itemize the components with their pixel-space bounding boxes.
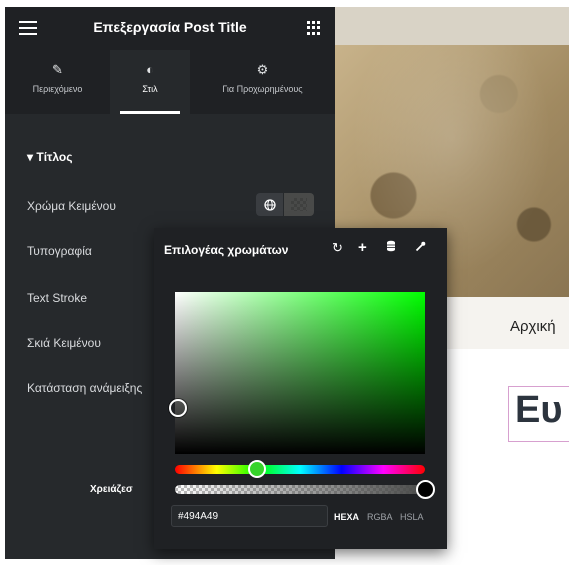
picker-title: Επιλογέας χρωμάτων xyxy=(164,243,289,257)
panel-tabs: ✎ Περιεχόμενο ◐ Στιλ ⚙ Για Προχωρημένους xyxy=(5,50,335,114)
blend-mode-label: Κατάσταση ανάμειξης xyxy=(27,381,143,395)
color-swatch-button[interactable] xyxy=(284,193,314,216)
panel-title: Επεξεργασία Post Title xyxy=(93,19,247,35)
hero-top-band xyxy=(335,7,569,45)
tab-label: Στιλ xyxy=(142,84,158,94)
database-icon[interactable] xyxy=(386,240,396,256)
text-stroke-label[interactable]: Text Stroke xyxy=(27,291,87,305)
eyedropper-icon[interactable] xyxy=(415,240,426,256)
panel-header: Επεξεργασία Post Title xyxy=(5,7,335,50)
gear-icon: ⚙ xyxy=(256,62,269,77)
caret-down-icon: ▾ xyxy=(27,150,37,164)
reset-icon[interactable]: ↻ xyxy=(332,240,343,256)
tab-style[interactable]: ◐ Στιλ xyxy=(110,50,190,114)
globe-icon xyxy=(263,198,276,211)
add-icon[interactable]: + xyxy=(358,240,367,256)
hue-slider-handle[interactable] xyxy=(248,460,266,478)
typography-label[interactable]: Τυπογραφία xyxy=(27,244,92,258)
saturation-value-handle[interactable] xyxy=(169,399,187,417)
opacity-slider-handle[interactable] xyxy=(416,480,435,499)
tab-label: Για Προχωρημένους xyxy=(222,84,303,94)
mode-hsla[interactable]: HSLA xyxy=(400,512,424,522)
tab-content[interactable]: ✎ Περιεχόμενο xyxy=(5,50,110,114)
mode-rgba[interactable]: RGBA xyxy=(367,512,393,522)
help-text[interactable]: Χρειάζεσ xyxy=(90,484,133,495)
saturation-value-area[interactable] xyxy=(175,292,425,454)
grid-icon[interactable] xyxy=(307,21,321,35)
tab-label: Περιεχόμενο xyxy=(32,84,83,94)
color-picker-popup: Επιλογέας χρωμάτων ↻ + HEXA RGBA HSLA xyxy=(154,228,447,549)
half-circle-icon: ◐ xyxy=(146,62,154,77)
text-color-label: Χρώμα Κειμένου xyxy=(27,199,116,213)
tab-advanced[interactable]: ⚙ Για Προχωρημένους xyxy=(190,50,335,114)
section-title-toggle[interactable]: ▾ Τίτλος xyxy=(27,150,72,164)
section-label: Τίτλος xyxy=(36,150,73,164)
selected-heading-widget[interactable]: Ευ xyxy=(508,386,569,442)
pencil-icon: ✎ xyxy=(52,62,63,77)
hex-color-input[interactable] xyxy=(171,505,328,527)
opacity-slider[interactable] xyxy=(175,485,425,494)
hue-slider[interactable] xyxy=(175,465,425,474)
global-colors-button[interactable] xyxy=(256,193,283,216)
nav-home-link[interactable]: Αρχική xyxy=(510,318,556,335)
heading-text: Ευ xyxy=(515,389,563,431)
mode-hexa[interactable]: HEXA xyxy=(334,512,359,522)
text-shadow-label[interactable]: Σκιά Κειμένου xyxy=(27,336,101,350)
